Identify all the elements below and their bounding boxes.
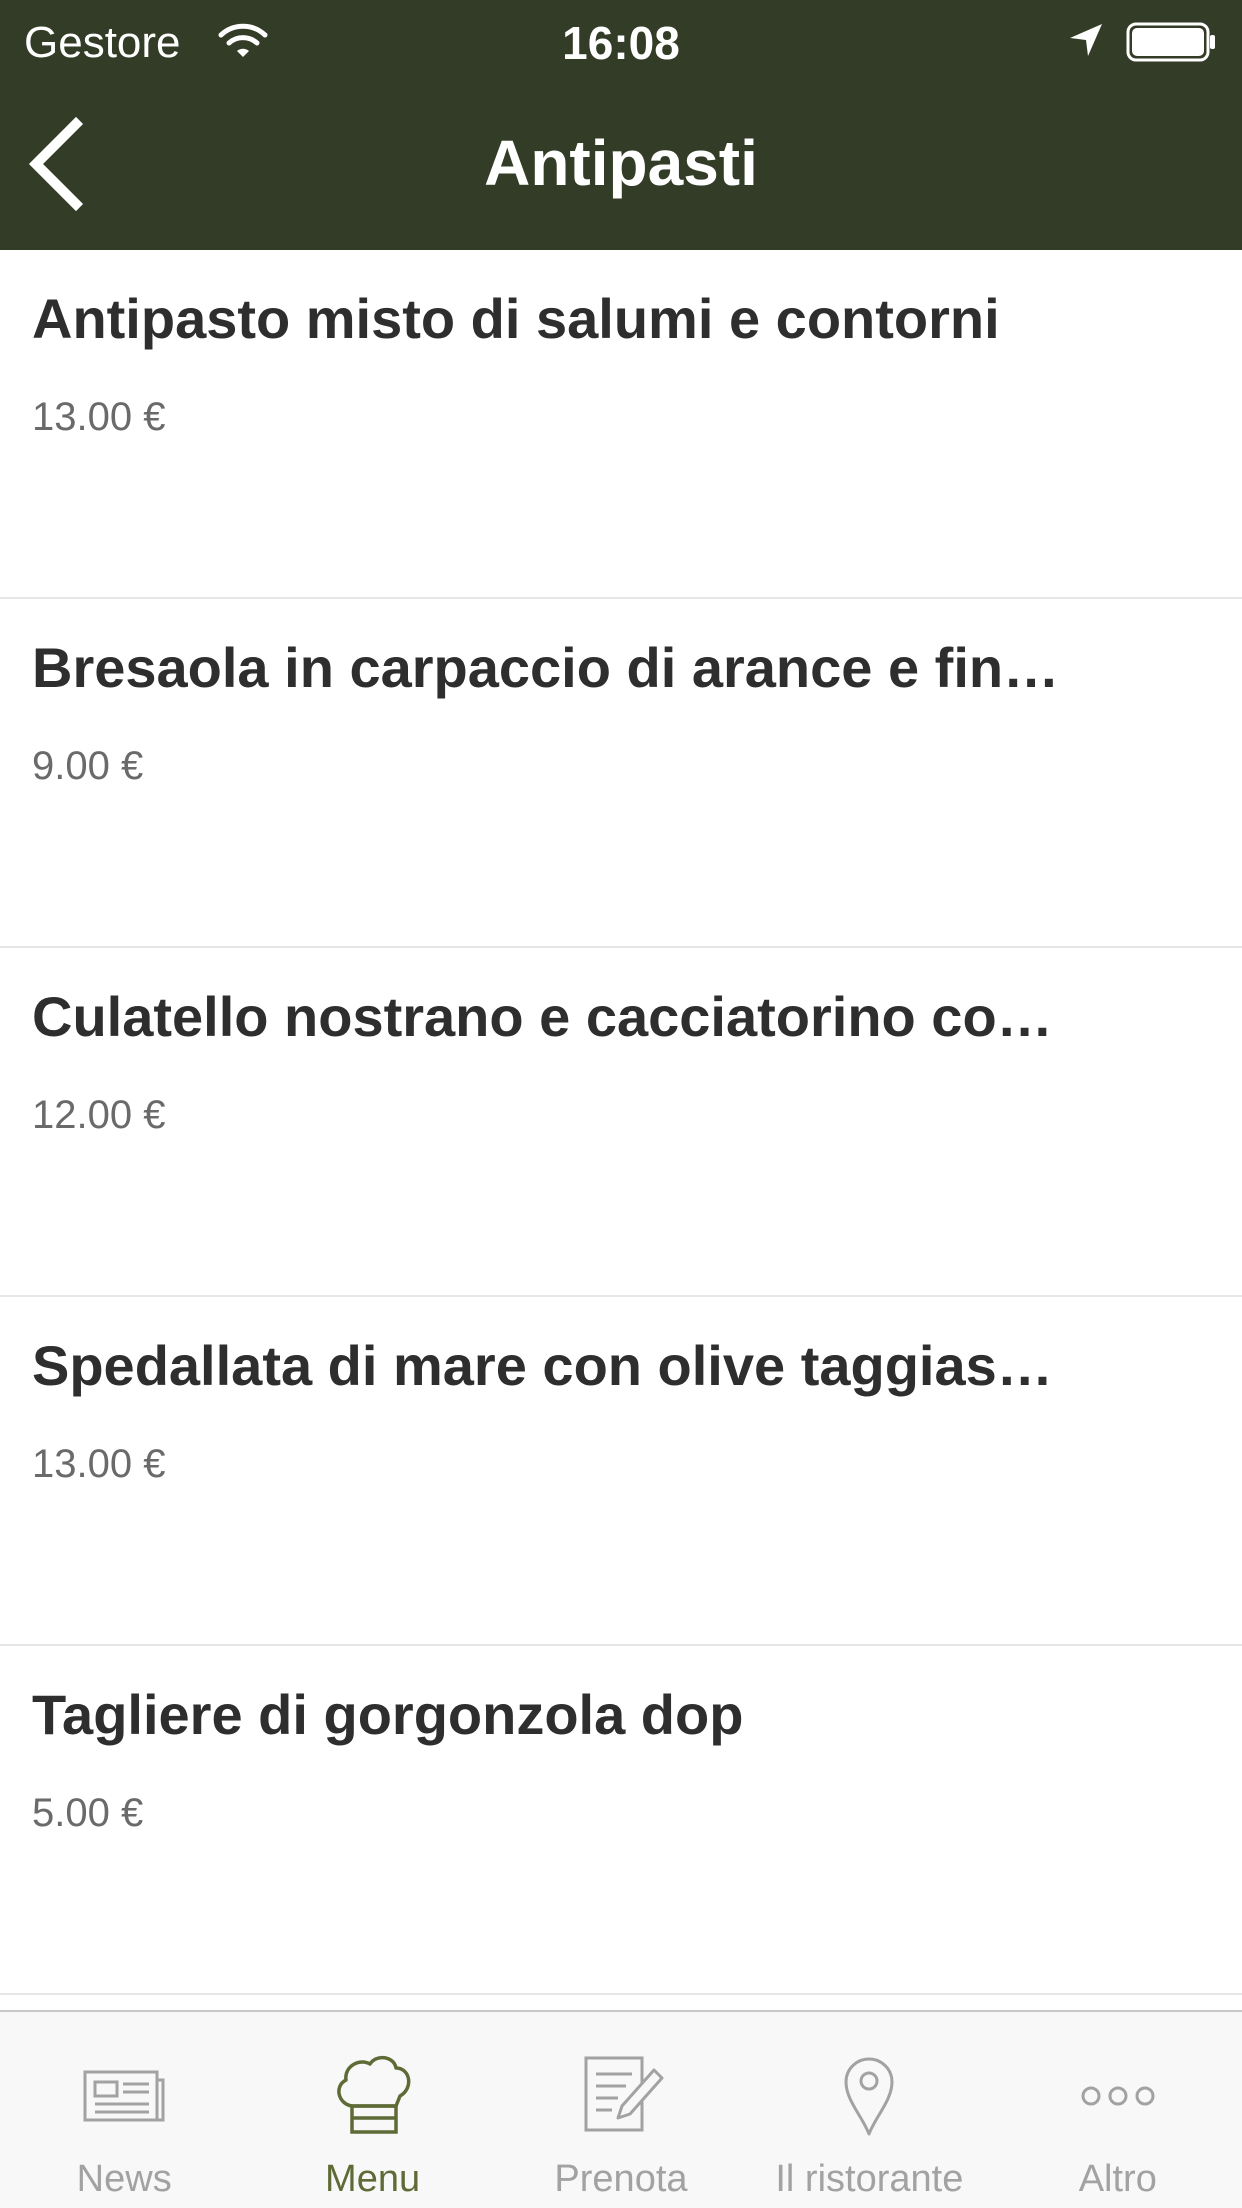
menu-item-price: 5.00 € bbox=[32, 1791, 144, 1835]
menu-list: Antipasto misto di salumi e contorni 13.… bbox=[0, 250, 1242, 1995]
tab-label: Prenota bbox=[554, 2158, 688, 2200]
tab-label: Il ristorante bbox=[775, 2158, 964, 2200]
tab-label: News bbox=[76, 2158, 172, 2200]
menu-item-price: 13.00 € bbox=[32, 1442, 166, 1486]
edit-document-icon bbox=[576, 2050, 666, 2138]
tab-altro[interactable]: Altro bbox=[994, 2012, 1242, 2208]
menu-item-name: Spedallata di mare con olive taggias… bbox=[32, 1334, 1053, 1397]
status-time: 16:08 bbox=[562, 17, 680, 69]
tab-label: Altro bbox=[1078, 2158, 1157, 2200]
header: Gestore 16:08 Antipasti bbox=[0, 0, 1242, 250]
tab-prenota[interactable]: Prenota bbox=[497, 2012, 745, 2208]
menu-item[interactable]: Culatello nostrano e cacciatorino co… 12… bbox=[0, 948, 1242, 1297]
tab-label: Menu bbox=[325, 2158, 421, 2200]
tab-il-ristorante[interactable]: Il ristorante bbox=[745, 2012, 993, 2208]
menu-item-price: 13.00 € bbox=[32, 395, 166, 439]
menu-item[interactable]: Antipasto misto di salumi e contorni 13.… bbox=[0, 250, 1242, 599]
menu-item-name: Bresaola in carpaccio di arance e fin… bbox=[32, 636, 1060, 699]
location-arrow-icon bbox=[1068, 22, 1104, 58]
tab-news[interactable]: News bbox=[0, 2012, 248, 2208]
tab-menu[interactable]: Menu bbox=[248, 2012, 496, 2208]
menu-item-name: Tagliere di gorgonzola dop bbox=[32, 1683, 744, 1746]
status-bar: Gestore 16:08 bbox=[0, 0, 1242, 82]
navigation-bar: Antipasti bbox=[0, 82, 1242, 250]
menu-item[interactable]: Bresaola in carpaccio di arance e fin… 9… bbox=[0, 599, 1242, 948]
menu-item[interactable]: Spedallata di mare con olive taggias… 13… bbox=[0, 1297, 1242, 1646]
menu-item-price: 9.00 € bbox=[32, 744, 144, 788]
menu-item-name: Culatello nostrano e cacciatorino co… bbox=[32, 985, 1053, 1048]
menu-item[interactable]: Tagliere di gorgonzola dop 5.00 € bbox=[0, 1646, 1242, 1995]
menu-item-price: 12.00 € bbox=[32, 1093, 166, 1137]
more-dots-icon bbox=[1073, 2050, 1163, 2138]
newspaper-icon bbox=[79, 2050, 169, 2138]
battery-icon bbox=[1126, 22, 1216, 62]
tab-bar: News Menu Prenota Il ristorante Altro bbox=[0, 2010, 1242, 2208]
chef-hat-icon bbox=[328, 2050, 418, 2138]
page-title: Antipasti bbox=[484, 127, 758, 199]
map-pin-icon bbox=[824, 2050, 914, 2138]
menu-item-name: Antipasto misto di salumi e contorni bbox=[32, 287, 1000, 350]
